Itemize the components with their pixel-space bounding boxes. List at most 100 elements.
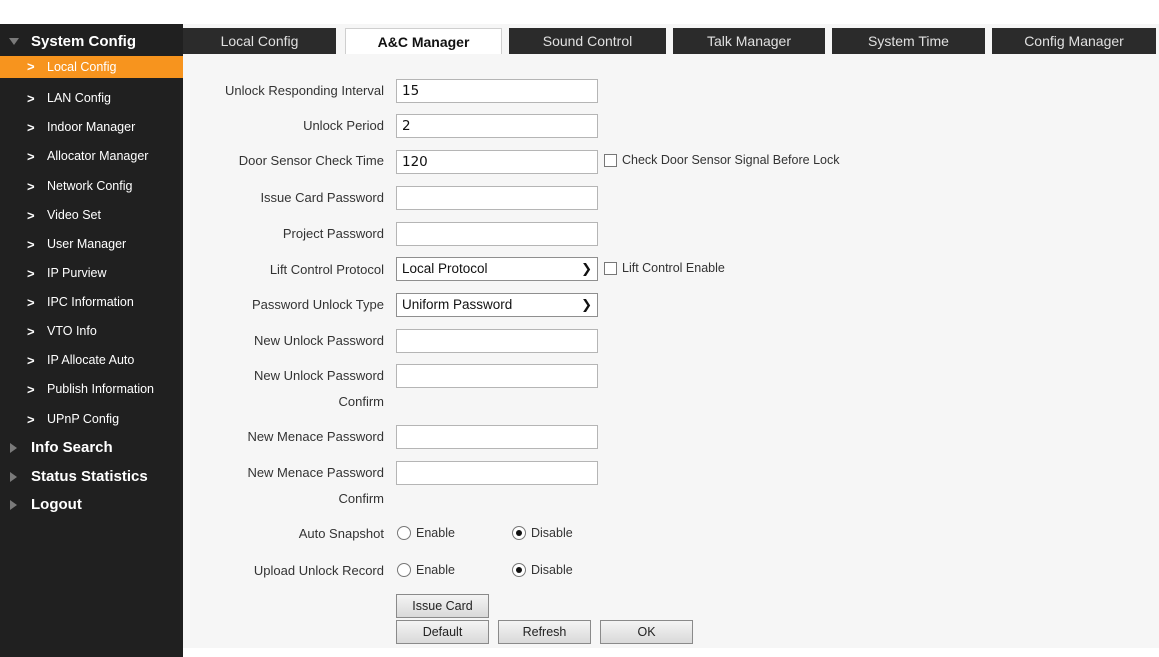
expand-triangle-icon xyxy=(10,443,17,453)
chevron-down-icon: ❯ xyxy=(581,261,592,276)
upload-unlock-enable-label: Enable xyxy=(416,563,455,577)
sidebar-section-system-config[interactable]: System Config xyxy=(0,28,183,56)
project-password-label: Project Password xyxy=(282,226,384,241)
new-unlock-password-confirm-label-2: Confirm xyxy=(338,394,384,409)
collapse-triangle-icon xyxy=(9,38,19,45)
sidebar-item-label: Allocator Manager xyxy=(47,149,149,163)
password-unlock-type-label: Password Unlock Type xyxy=(252,297,384,312)
sidebar-item-label: Local Config xyxy=(47,60,117,74)
lift-enable-checkbox[interactable] xyxy=(604,262,617,275)
top-strip xyxy=(0,0,1159,24)
refresh-button[interactable]: Refresh xyxy=(498,620,591,644)
tab-sound-control[interactable]: Sound Control xyxy=(509,28,666,54)
sidebar-item-label: Video Set xyxy=(47,208,101,222)
expand-triangle-icon xyxy=(10,500,17,510)
sidebar-item-user-manager[interactable]: > User Manager xyxy=(0,230,183,259)
chevron-right-icon: > xyxy=(27,295,35,310)
sidebar-item-label: UPnP Config xyxy=(47,412,120,426)
sidebar-section-label: Status Statistics xyxy=(31,468,148,485)
upload-unlock-record-label: Upload Unlock Record xyxy=(253,563,384,578)
upload-unlock-disable-radio[interactable] xyxy=(512,563,526,577)
tab-talk-manager[interactable]: Talk Manager xyxy=(673,28,825,54)
chevron-right-icon: > xyxy=(27,353,35,368)
chevron-right-icon: > xyxy=(27,91,35,106)
issue-card-button[interactable]: Issue Card xyxy=(396,594,489,618)
new-unlock-password-label: New Unlock Password xyxy=(253,333,384,348)
auto-snapshot-enable-label: Enable xyxy=(416,526,455,540)
unlock-interval-label: Unlock Responding Interval xyxy=(225,83,384,98)
unlock-period-label: Unlock Period xyxy=(303,118,384,133)
lift-protocol-label: Lift Control Protocol xyxy=(269,262,384,277)
unlock-period-input[interactable]: 2 xyxy=(396,114,598,138)
sidebar-section-info-search[interactable]: Info Search xyxy=(0,434,183,462)
sidebar-item-publish-information[interactable]: > Publish Information xyxy=(0,375,183,404)
sidebar-section-label: System Config xyxy=(31,33,137,50)
sidebar-item-ipc-information[interactable]: > IPC Information xyxy=(0,288,183,317)
auto-snapshot-label: Auto Snapshot xyxy=(298,526,384,541)
bottom-strip xyxy=(183,648,1159,657)
chevron-right-icon: > xyxy=(27,266,35,281)
new-unlock-password-input[interactable] xyxy=(396,329,598,353)
upload-unlock-enable-radio[interactable] xyxy=(397,563,411,577)
new-menace-password-input[interactable] xyxy=(396,425,598,449)
tab-ac-manager[interactable]: A&C Manager xyxy=(345,28,502,54)
issue-card-password-input[interactable] xyxy=(396,186,598,210)
auto-snapshot-enable-radio[interactable] xyxy=(397,526,411,540)
sidebar-item-video-set[interactable]: > Video Set xyxy=(0,201,183,230)
sidebar-section-label: Logout xyxy=(31,496,82,513)
sidebar: System Config > Local Config > LAN Confi… xyxy=(0,24,183,657)
sidebar-section-logout[interactable]: Logout xyxy=(0,491,183,519)
sidebar-item-allocator-manager[interactable]: > Allocator Manager xyxy=(0,142,183,171)
chevron-right-icon: > xyxy=(27,120,35,135)
new-menace-password-confirm-label-2: Confirm xyxy=(338,491,384,506)
default-button[interactable]: Default xyxy=(396,620,489,644)
sidebar-item-upnp-config[interactable]: > UPnP Config xyxy=(0,405,183,434)
new-unlock-password-confirm-input[interactable] xyxy=(396,364,598,388)
door-sensor-label: Door Sensor Check Time xyxy=(238,153,384,168)
new-menace-password-confirm-input[interactable] xyxy=(396,461,598,485)
sidebar-item-lan-config[interactable]: > LAN Config xyxy=(0,84,183,113)
sidebar-item-indoor-manager[interactable]: > Indoor Manager xyxy=(0,113,183,142)
sidebar-item-network-config[interactable]: > Network Config xyxy=(0,172,183,201)
lift-protocol-select[interactable]: Local Protocol ❯ xyxy=(396,257,598,281)
sidebar-section-label: Info Search xyxy=(31,439,113,456)
password-unlock-type-value: Uniform Password xyxy=(402,297,513,312)
chevron-right-icon: > xyxy=(27,237,35,252)
password-unlock-type-select[interactable]: Uniform Password ❯ xyxy=(396,293,598,317)
chevron-right-icon: > xyxy=(27,412,35,427)
auto-snapshot-disable-label: Disable xyxy=(531,526,573,540)
sidebar-section-status-statistics[interactable]: Status Statistics xyxy=(0,463,183,491)
sidebar-item-local-config[interactable]: > Local Config xyxy=(0,56,183,78)
tab-system-time[interactable]: System Time xyxy=(832,28,985,54)
upload-unlock-disable-label: Disable xyxy=(531,563,573,577)
issue-card-password-label: Issue Card Password xyxy=(260,190,384,205)
unlock-interval-input[interactable]: 15 xyxy=(396,79,598,103)
tab-config-manager[interactable]: Config Manager xyxy=(992,28,1156,54)
sidebar-item-label: Indoor Manager xyxy=(47,120,136,134)
sidebar-item-label: User Manager xyxy=(47,237,127,251)
sidebar-item-label: IP Purview xyxy=(47,266,107,280)
sidebar-item-label: LAN Config xyxy=(47,91,111,105)
chevron-right-icon: > xyxy=(27,179,35,194)
sidebar-item-vto-info[interactable]: > VTO Info xyxy=(0,317,183,346)
tab-local-config[interactable]: Local Config xyxy=(183,28,336,54)
sidebar-item-label: IPC Information xyxy=(47,295,134,309)
new-menace-password-confirm-label: New Menace Password xyxy=(247,465,384,480)
sidebar-item-label: Network Config xyxy=(47,179,133,193)
door-sensor-input[interactable]: 120 xyxy=(396,150,598,174)
chevron-right-icon: > xyxy=(27,208,35,223)
chevron-right-icon: > xyxy=(27,59,35,74)
chevron-right-icon: > xyxy=(27,382,35,397)
auto-snapshot-disable-radio[interactable] xyxy=(512,526,526,540)
app-frame: System Config > Local Config > LAN Confi… xyxy=(0,0,1159,657)
sidebar-item-label: Publish Information xyxy=(47,382,155,396)
door-sensor-checkbox[interactable] xyxy=(604,154,617,167)
new-menace-password-label: New Menace Password xyxy=(247,429,384,444)
sidebar-item-label: VTO Info xyxy=(47,324,97,338)
sidebar-item-ip-allocate-auto[interactable]: > IP Allocate Auto xyxy=(0,346,183,375)
sidebar-item-ip-purview[interactable]: > IP Purview xyxy=(0,259,183,288)
expand-triangle-icon xyxy=(10,472,17,482)
project-password-input[interactable] xyxy=(396,222,598,246)
ok-button[interactable]: OK xyxy=(600,620,693,644)
lift-protocol-value: Local Protocol xyxy=(402,261,488,276)
